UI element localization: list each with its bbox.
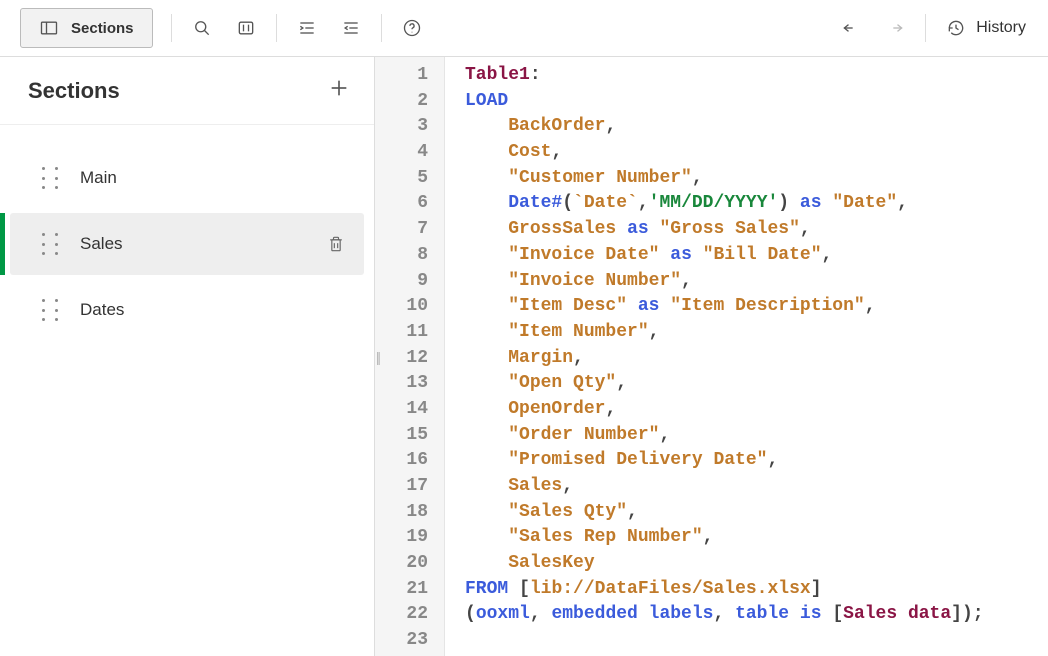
- help-button[interactable]: [390, 8, 434, 48]
- undo-button[interactable]: [829, 8, 873, 48]
- history-button[interactable]: History: [934, 8, 1030, 48]
- outdent-button[interactable]: [329, 8, 373, 48]
- sections-toggle-label: Sections: [71, 20, 134, 37]
- drag-handle-icon[interactable]: [42, 233, 58, 255]
- search-icon: [192, 18, 212, 38]
- section-item-main[interactable]: Main: [10, 147, 364, 209]
- divider: [171, 14, 172, 42]
- plus-icon: [328, 77, 350, 99]
- comment-button[interactable]: [224, 8, 268, 48]
- divider: [276, 14, 277, 42]
- outdent-icon: [341, 18, 361, 38]
- indent-icon: [297, 18, 317, 38]
- sidebar-header: Sections: [0, 57, 374, 125]
- drag-handle-icon[interactable]: [42, 299, 58, 321]
- sections-sidebar: Sections Main Sales Dates ||: [0, 57, 375, 656]
- divider: [925, 14, 926, 42]
- indent-button[interactable]: [285, 8, 329, 48]
- panel-icon: [39, 18, 59, 38]
- drag-handle-icon[interactable]: [42, 167, 58, 189]
- script-editor[interactable]: 1234567891011121314151617181920212223 Ta…: [375, 57, 1048, 656]
- section-label: Dates: [80, 300, 346, 320]
- history-label: History: [976, 19, 1026, 37]
- section-item-dates[interactable]: Dates: [10, 279, 364, 341]
- toolbar: Sections History: [0, 0, 1048, 57]
- add-section-button[interactable]: [328, 77, 350, 104]
- section-list: Main Sales Dates: [0, 125, 374, 345]
- search-button[interactable]: [180, 8, 224, 48]
- resize-handle[interactable]: ||: [376, 349, 379, 365]
- section-label: Sales: [80, 234, 326, 254]
- redo-icon: [885, 18, 905, 38]
- section-item-sales[interactable]: Sales: [10, 213, 364, 275]
- divider: [381, 14, 382, 42]
- section-label: Main: [80, 168, 346, 188]
- comment-icon: [236, 18, 256, 38]
- history-icon: [946, 18, 966, 38]
- redo-button[interactable]: [873, 8, 917, 48]
- undo-icon: [841, 18, 861, 38]
- line-gutter: 1234567891011121314151617181920212223: [375, 57, 445, 656]
- delete-section-button[interactable]: [326, 233, 346, 255]
- code-area[interactable]: Table1:LOAD BackOrder, Cost, "Customer N…: [445, 57, 984, 656]
- help-icon: [402, 18, 422, 38]
- sections-toggle-button[interactable]: Sections: [20, 8, 153, 48]
- sidebar-title: Sections: [28, 78, 120, 104]
- trash-icon: [326, 233, 346, 255]
